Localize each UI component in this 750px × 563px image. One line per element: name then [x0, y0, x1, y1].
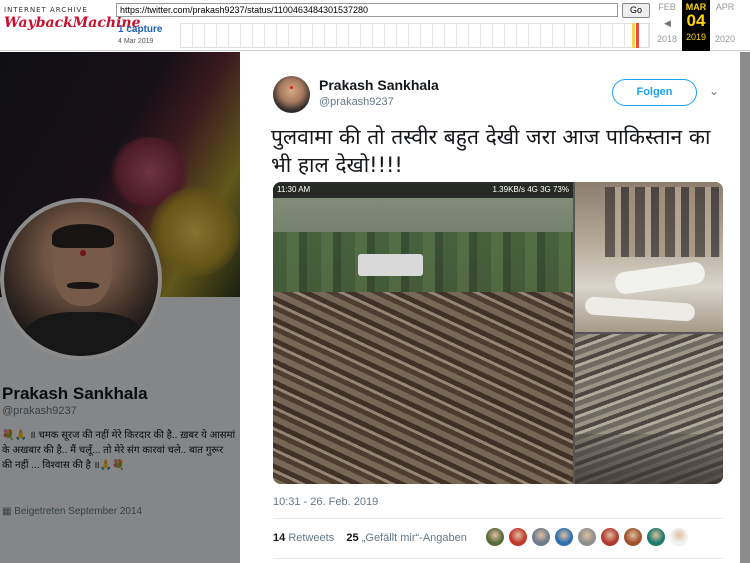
media-photo-main[interactable]: 11:30 AM 1.39KB/s 4G 3G 73%	[273, 182, 573, 484]
tweet-timestamp[interactable]: 10:31 - 26. Feb. 2019	[273, 496, 378, 508]
photo-rubble	[575, 434, 723, 484]
liker-avatar[interactable]	[669, 527, 689, 547]
photo-shroud	[584, 296, 696, 322]
photo-shroud	[613, 260, 707, 296]
wayback-timeline-marker	[632, 23, 635, 48]
wayback-current-month: MAR 04 2019	[682, 0, 710, 51]
phone-status-bar: 11:30 AM 1.39KB/s 4G 3G 73%	[273, 182, 573, 198]
photo-trees	[273, 232, 573, 292]
next-month-label: APR	[715, 2, 735, 12]
liker-avatar[interactable]	[646, 527, 666, 547]
tweet-author-avatar[interactable]	[273, 76, 310, 113]
next-year-label: 2020	[714, 34, 736, 44]
liker-avatar[interactable]	[554, 527, 574, 547]
status-indicators: 1.39KB/s 4G 3G 73%	[492, 185, 570, 194]
wayback-toolbar: INTERNET ARCHIVE WaybackMachine https://…	[0, 0, 750, 51]
tweet-stats: 14 Retweets 25 „Gefällt mir“-Angaben	[273, 532, 467, 544]
divider	[273, 558, 723, 559]
wayback-timeline[interactable]	[180, 23, 650, 48]
liker-avatar[interactable]	[485, 527, 505, 547]
wayback-timeline-marker-current	[636, 23, 639, 48]
tweet-author-handle[interactable]: @prakash9237	[319, 96, 394, 108]
tweet-author-name[interactable]: Prakash Sankhala	[319, 77, 439, 93]
prev-year-label: 2018	[656, 34, 678, 44]
liker-avatar[interactable]	[623, 527, 643, 547]
avatar-tilak	[290, 86, 293, 89]
divider	[273, 518, 723, 519]
wayback-capture-date: 4 Mar 2019	[118, 38, 154, 45]
tweet-media[interactable]: 11:30 AM 1.39KB/s 4G 3G 73%	[273, 182, 723, 484]
wayback-url-input[interactable]: https://twitter.com/prakash9237/status/1…	[116, 3, 618, 17]
wayback-next-month[interactable]: APR 2020	[710, 0, 740, 51]
liker-avatar[interactable]	[531, 527, 551, 547]
follow-button[interactable]: Folgen	[612, 79, 697, 106]
liker-avatar[interactable]	[508, 527, 528, 547]
liker-avatar[interactable]	[600, 527, 620, 547]
cur-year-label: 2019	[685, 32, 707, 42]
liker-avatar[interactable]	[577, 527, 597, 547]
tweet-modal: Prakash Sankhala @prakash9237 Folgen ⌄ प…	[241, 52, 740, 563]
wayback-go-button[interactable]: Go	[622, 3, 650, 18]
retweets-label[interactable]: Retweets	[288, 532, 334, 544]
photo-truck	[358, 254, 423, 276]
tweet-text: पुलवामा की तो तस्वीर बहुत देखी जरा आज पा…	[271, 125, 711, 177]
modal-overlay-right[interactable]	[740, 52, 750, 563]
media-photo-top-right[interactable]	[575, 182, 723, 332]
wayback-logo[interactable]: INTERNET ARCHIVE WaybackMachine	[4, 6, 141, 46]
retweets-count[interactable]: 14	[273, 532, 285, 544]
photo-people	[605, 187, 720, 257]
photo-debris	[273, 292, 573, 484]
likes-label[interactable]: „Gefällt mir“-Angaben	[362, 532, 467, 544]
prev-month-label: FEB	[658, 2, 676, 12]
media-photo-bottom-right[interactable]	[575, 334, 723, 484]
wayback-logo-top: INTERNET ARCHIVE	[4, 6, 88, 14]
wayback-logo-main: WaybackMachine	[4, 15, 141, 31]
chevron-down-icon[interactable]: ⌄	[709, 84, 719, 98]
wayback-captures-link[interactable]: 1 capture	[118, 24, 162, 35]
status-time: 11:30 AM	[277, 185, 311, 194]
likes-count[interactable]: 25	[346, 532, 358, 544]
cur-day-label: 04	[686, 11, 706, 30]
prev-arrow-icon[interactable]: ◀	[664, 18, 671, 29]
modal-overlay-left[interactable]	[0, 52, 240, 563]
